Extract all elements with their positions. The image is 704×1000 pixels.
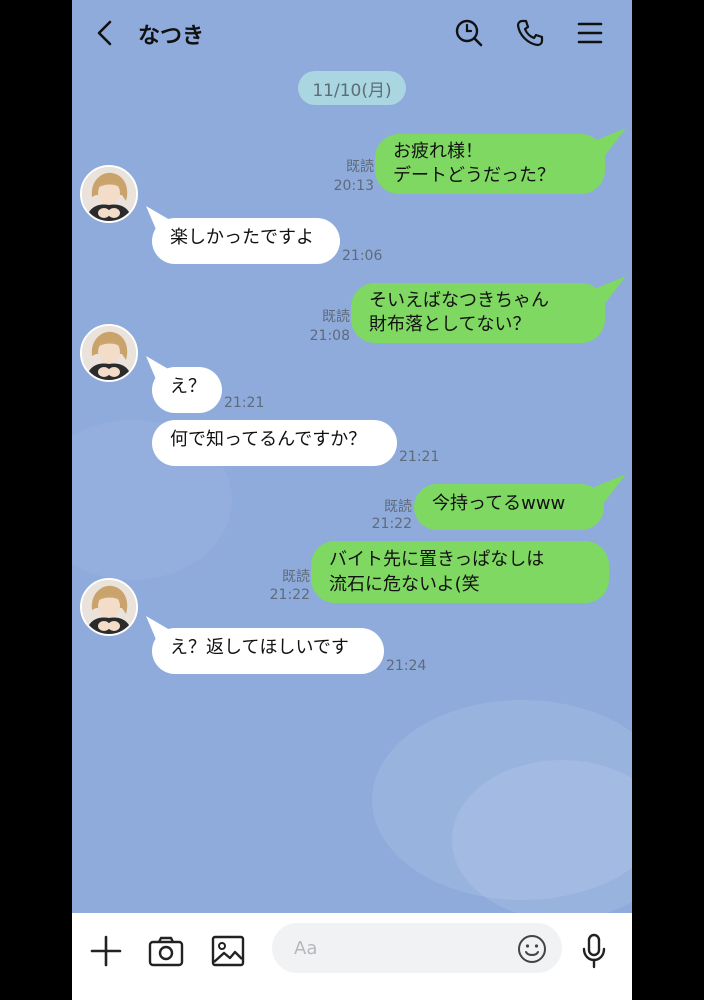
phone-icon <box>516 19 544 47</box>
message-time: 20:13 <box>333 178 374 194</box>
message-line: そいえばなつきちゃん <box>369 290 549 311</box>
avatar[interactable] <box>80 165 138 223</box>
search-button[interactable] <box>452 16 486 50</box>
message-line: 何で知ってるんですか？ <box>170 429 367 450</box>
bubble-tail <box>592 128 626 162</box>
message-time: 21:06 <box>342 248 383 264</box>
profile-picture <box>82 326 136 380</box>
incoming-message-bubble[interactable]: え？返してほしいです <box>152 628 384 674</box>
message-time: 21:24 <box>386 658 427 674</box>
bubble-tail <box>146 206 170 234</box>
bubble-tail <box>146 616 170 644</box>
incoming-message-bubble[interactable]: 何で知ってるんですか？ <box>152 420 397 466</box>
bubble-tail <box>146 356 170 384</box>
outgoing-message-bubble[interactable]: お疲れ様！ デートどうだった？ <box>375 134 605 194</box>
message-line: え？ <box>170 376 206 397</box>
message-line: バイト先に置きっぱなしは <box>329 549 545 570</box>
bubble-tail <box>592 474 626 508</box>
message-line: 財布落としてない？ <box>369 314 531 335</box>
message-time: 21:21 <box>399 449 440 465</box>
menu-icon <box>577 22 603 44</box>
message-input-bar <box>72 913 632 1000</box>
add-button[interactable] <box>86 931 126 971</box>
camera-icon <box>148 936 184 967</box>
message-line: え？返してほしいです <box>170 637 349 658</box>
outgoing-message-bubble[interactable]: そいえばなつきちゃん 財布落としてない？ <box>351 283 605 343</box>
message-time: 21:22 <box>269 587 310 603</box>
outgoing-message-bubble[interactable]: 今持ってるwww <box>414 484 604 530</box>
menu-button[interactable] <box>573 16 607 50</box>
camera-button[interactable] <box>146 931 186 971</box>
chat-header: なつき <box>72 0 632 68</box>
message-time: 21:21 <box>224 395 265 411</box>
voice-button[interactable] <box>574 931 614 971</box>
contact-name[interactable]: なつき <box>138 18 204 50</box>
back-button[interactable] <box>88 16 122 50</box>
message-line: 流石に危ないよ(笑 <box>329 574 480 595</box>
chat-screen: なつき 11/10(月) 既読 20:13 お疲れ様！ デートどうだった？ 楽し… <box>72 0 632 1000</box>
smiley-icon <box>518 935 546 963</box>
message-time: 21:22 <box>371 516 412 532</box>
date-separator: 11/10(月) <box>298 71 406 105</box>
read-receipt: 既読 <box>384 499 412 515</box>
message-line: お疲れ様！ <box>393 141 483 162</box>
call-button[interactable] <box>513 16 547 50</box>
incoming-message-bubble[interactable]: 楽しかったですよ <box>152 218 340 264</box>
profile-picture <box>82 580 136 634</box>
read-receipt: 既読 <box>346 159 374 175</box>
message-line: デートどうだった？ <box>393 165 555 186</box>
image-icon <box>211 935 245 967</box>
avatar[interactable] <box>80 324 138 382</box>
message-line: 今持ってるwww <box>432 493 566 514</box>
avatar[interactable] <box>80 578 138 636</box>
read-receipt: 既読 <box>282 569 310 585</box>
outgoing-message-bubble[interactable]: バイト先に置きっぱなしは 流石に危ないよ(笑 <box>311 541 609 603</box>
message-line: 楽しかったですよ <box>170 227 314 248</box>
search-icon <box>455 19 483 47</box>
plus-icon <box>90 935 122 967</box>
chevron-left-icon <box>97 20 112 46</box>
bubble-tail <box>592 276 626 310</box>
profile-picture <box>82 167 136 221</box>
emoji-button[interactable] <box>516 933 548 965</box>
read-receipt: 既読 <box>322 309 350 325</box>
microphone-icon <box>582 933 606 969</box>
image-button[interactable] <box>208 931 248 971</box>
message-time: 21:08 <box>309 328 350 344</box>
